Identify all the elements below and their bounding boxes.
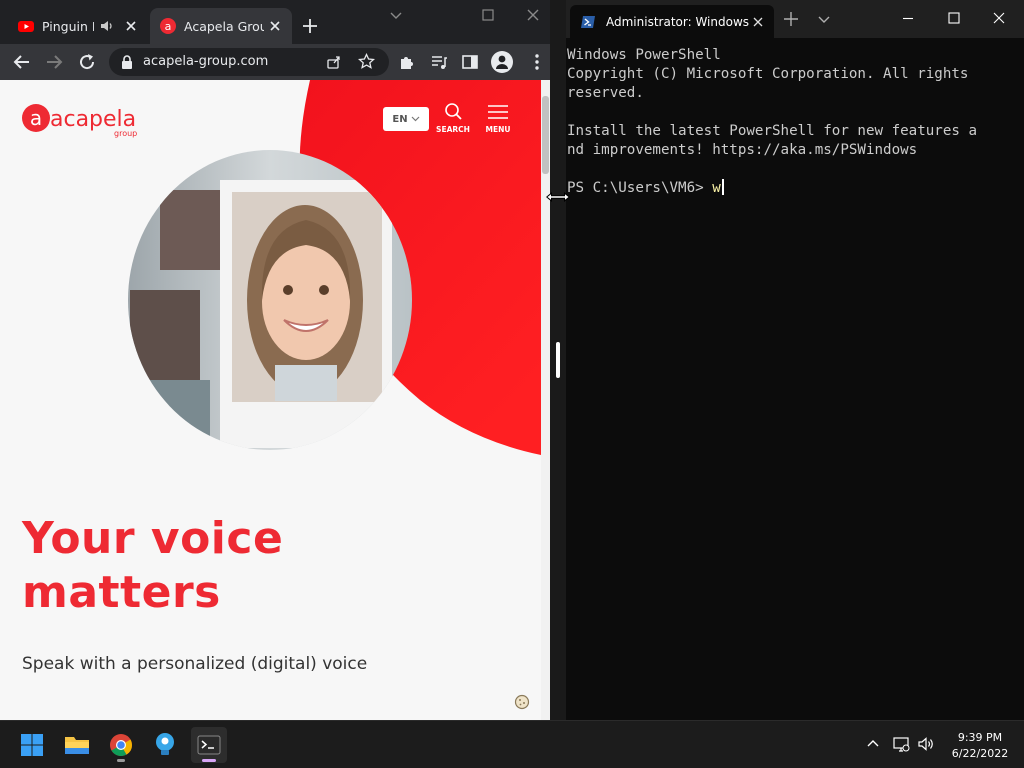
terminal-tab-title: Administrator: Windows P — [606, 14, 752, 29]
file-explorer-button[interactable] — [59, 727, 95, 763]
lock-icon[interactable] — [121, 55, 133, 69]
star-icon[interactable] — [358, 53, 375, 70]
chevron-down-icon[interactable] — [385, 6, 407, 26]
headline-line: Your voice — [22, 513, 284, 564]
headline-line: matters — [22, 567, 221, 618]
network-icon[interactable] — [892, 735, 910, 753]
tab-title: Acapela Group — [184, 18, 264, 34]
volume-icon[interactable] — [917, 735, 935, 753]
new-tab-icon[interactable] — [299, 15, 321, 37]
hamburger-menu-icon — [488, 105, 508, 119]
chevron-up-icon[interactable] — [864, 735, 882, 753]
search-icon — [445, 103, 462, 120]
file-explorer-icon — [65, 737, 89, 754]
start-icon — [21, 734, 43, 756]
search-button[interactable]: SEARCH — [433, 102, 473, 134]
running-indicator — [117, 759, 125, 762]
page-scrollbar[interactable] — [541, 80, 550, 720]
terminal-icon — [197, 735, 221, 755]
close-icon[interactable] — [268, 19, 282, 33]
acapela-icon: a — [160, 18, 176, 34]
clock-time: 9:39 PM — [957, 731, 1003, 744]
tips-button[interactable] — [147, 727, 183, 763]
tab-acapela[interactable]: a Acapela Group — [150, 8, 292, 44]
share-icon[interactable] — [326, 54, 342, 70]
console-line: Copyright (C) Microsoft Corporation. All… — [567, 66, 969, 82]
close-icon[interactable] — [124, 19, 138, 33]
running-indicator — [202, 759, 216, 762]
logo-subtext: group — [114, 129, 137, 138]
scrollbar-thumb[interactable] — [542, 96, 549, 174]
cookie-icon[interactable] — [514, 694, 530, 710]
taskbar: 9:39 PM 6/22/2022 — [0, 720, 1024, 768]
back-arrow-icon[interactable] — [12, 52, 32, 72]
splitter-grip[interactable] — [556, 342, 560, 378]
side-panel-icon[interactable] — [460, 52, 480, 72]
svg-text:a: a — [165, 20, 172, 33]
chrome-icon — [110, 734, 132, 756]
console-line: reserved. — [567, 85, 644, 101]
profile-avatar[interactable] — [491, 51, 513, 73]
console-line: Install the latest PowerShell for new fe… — [567, 123, 977, 139]
address-bar[interactable]: acapela-group.com — [109, 48, 389, 76]
svg-text:a: a — [30, 106, 42, 130]
person-icon — [496, 55, 508, 69]
tab-powershell[interactable]: Administrator: Windows P — [570, 5, 774, 38]
menu-label: MENU — [485, 125, 511, 134]
start-button[interactable] — [14, 727, 50, 763]
kebab-menu-icon[interactable] — [527, 52, 547, 72]
snap-splitter[interactable] — [550, 0, 566, 720]
resize-cursor-icon — [546, 192, 570, 202]
chevron-down-icon — [411, 116, 420, 122]
minimize-icon[interactable] — [900, 10, 916, 26]
prompt-line: PS C:\Users\VM6> w — [567, 179, 1012, 198]
chrome-taskbar-button[interactable] — [103, 727, 139, 763]
console-line: Windows PowerShell — [567, 47, 721, 63]
console-line: ​ — [567, 103, 1012, 122]
close-window-icon[interactable] — [991, 10, 1007, 26]
terminal-titlebar: Administrator: Windows P — [566, 0, 1024, 38]
hero-subheadline: Speak with a personalized (digital) voic… — [22, 654, 368, 674]
reload-icon[interactable] — [77, 52, 97, 72]
chrome-tabstrip: Pinguin N a Acapela Group — [0, 0, 550, 44]
typed-command: w — [712, 180, 721, 196]
maximize-icon[interactable] — [946, 10, 962, 26]
search-label: SEARCH — [436, 125, 470, 134]
extensions-icon[interactable] — [397, 52, 417, 72]
chrome-window: Pinguin N a Acapela Group acapela-group.… — [0, 0, 550, 720]
desktop: Pinguin N a Acapela Group acapela-group.… — [0, 0, 1024, 768]
maximize-icon[interactable] — [477, 6, 499, 26]
prompt: PS C:\Users\VM6> — [567, 180, 713, 196]
new-tab-icon[interactable] — [782, 10, 800, 28]
close-icon[interactable] — [752, 16, 764, 28]
system-clock[interactable]: 9:39 PM 6/22/2022 — [944, 730, 1016, 762]
tab-pinguin[interactable]: Pinguin N — [8, 8, 148, 44]
terminal-window: Administrator: Windows P Windows PowerSh… — [566, 0, 1024, 720]
language-label: EN — [392, 113, 408, 125]
youtube-icon — [18, 21, 34, 32]
console-output[interactable]: Windows PowerShell Copyright (C) Microsof… — [567, 46, 1012, 198]
clock-date: 6/22/2022 — [951, 747, 1009, 760]
webpage-content: a acapela group EN SEARCH MENU Your voic… — [0, 80, 541, 720]
console-line: ​ — [567, 160, 1012, 179]
media-control-icon[interactable] — [429, 52, 449, 72]
url-text: acapela-group.com — [143, 54, 269, 69]
menu-button[interactable]: MENU — [478, 102, 518, 134]
tips-icon — [156, 733, 174, 755]
console-line: nd improvements! https://aka.ms/PSWindow… — [567, 142, 918, 158]
chevron-down-icon[interactable] — [816, 12, 832, 26]
acapela-logo[interactable]: a acapela group — [20, 100, 150, 140]
forward-arrow-icon[interactable] — [44, 52, 64, 72]
tab-title: Pinguin N — [42, 18, 94, 34]
powershell-icon — [581, 15, 595, 28]
language-selector[interactable]: EN — [383, 107, 429, 131]
hero-headline: Your voice matters — [22, 512, 283, 620]
chrome-toolbar: acapela-group.com — [0, 44, 550, 80]
speaker-icon[interactable] — [100, 19, 114, 33]
close-window-icon[interactable] — [522, 6, 544, 26]
terminal-taskbar-button[interactable] — [191, 727, 227, 763]
text-cursor — [721, 179, 724, 195]
